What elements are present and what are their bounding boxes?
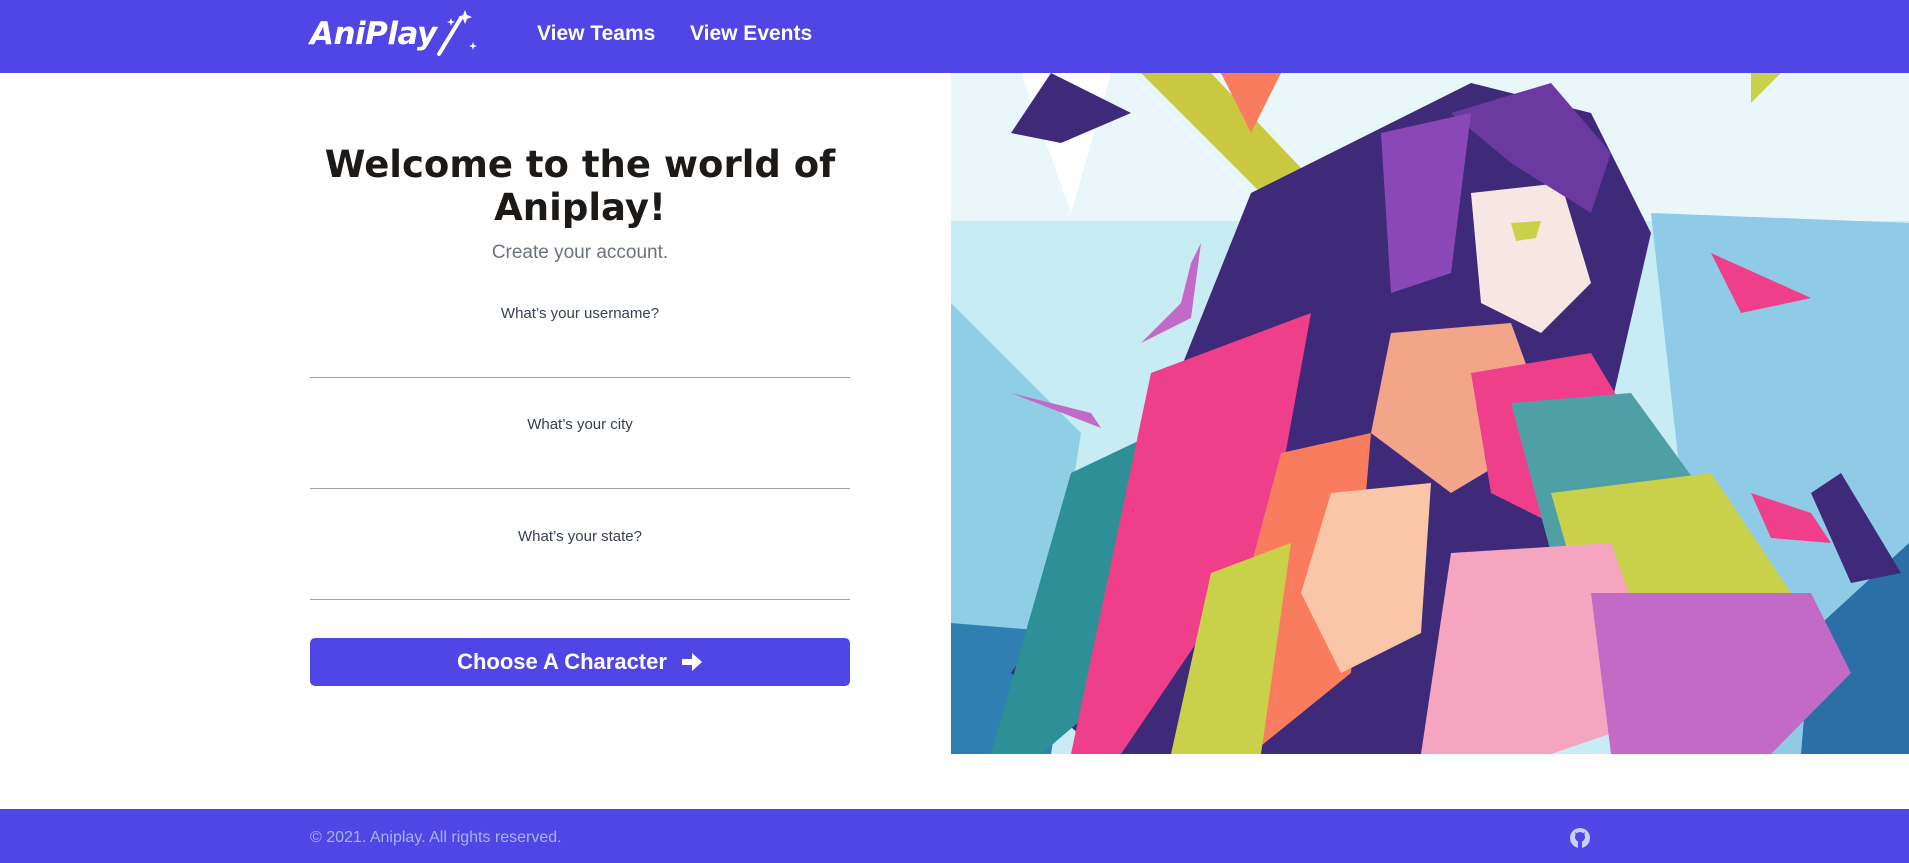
city-label: What’s your city — [527, 416, 633, 433]
sparkle-wand-icon — [436, 10, 477, 56]
page-title: Welcome to the world of Aniplay! — [324, 143, 836, 229]
state-label: What’s your state? — [518, 528, 642, 545]
anime-character-art — [951, 73, 1909, 754]
logo-text: AniPlay — [310, 16, 437, 52]
logo[interactable]: AniPlay — [310, 8, 479, 60]
copyright-text: © 2021. Aniplay. All rights reserved. — [310, 829, 562, 846]
nav-link-view-teams[interactable]: View Teams — [537, 22, 655, 46]
state-input[interactable] — [310, 566, 850, 600]
page-subtitle: Create your account. — [491, 242, 669, 263]
choose-character-button[interactable]: Choose A Character — [310, 638, 850, 686]
city-input[interactable] — [310, 455, 850, 489]
username-input[interactable] — [310, 344, 850, 378]
username-label: What’s your username? — [500, 305, 660, 322]
navbar: AniPlay View Teams View Events — [0, 0, 1909, 73]
footer: © 2021. Aniplay. All rights reserved. — [0, 809, 1909, 863]
github-icon[interactable] — [1569, 827, 1591, 854]
hero-illustration — [951, 73, 1909, 754]
choose-character-label: Choose A Character — [457, 649, 667, 674]
arrow-right-icon — [681, 652, 703, 672]
signup-form: Welcome to the world of Aniplay! Create … — [310, 73, 850, 753]
nav-link-view-events[interactable]: View Events — [690, 22, 812, 46]
